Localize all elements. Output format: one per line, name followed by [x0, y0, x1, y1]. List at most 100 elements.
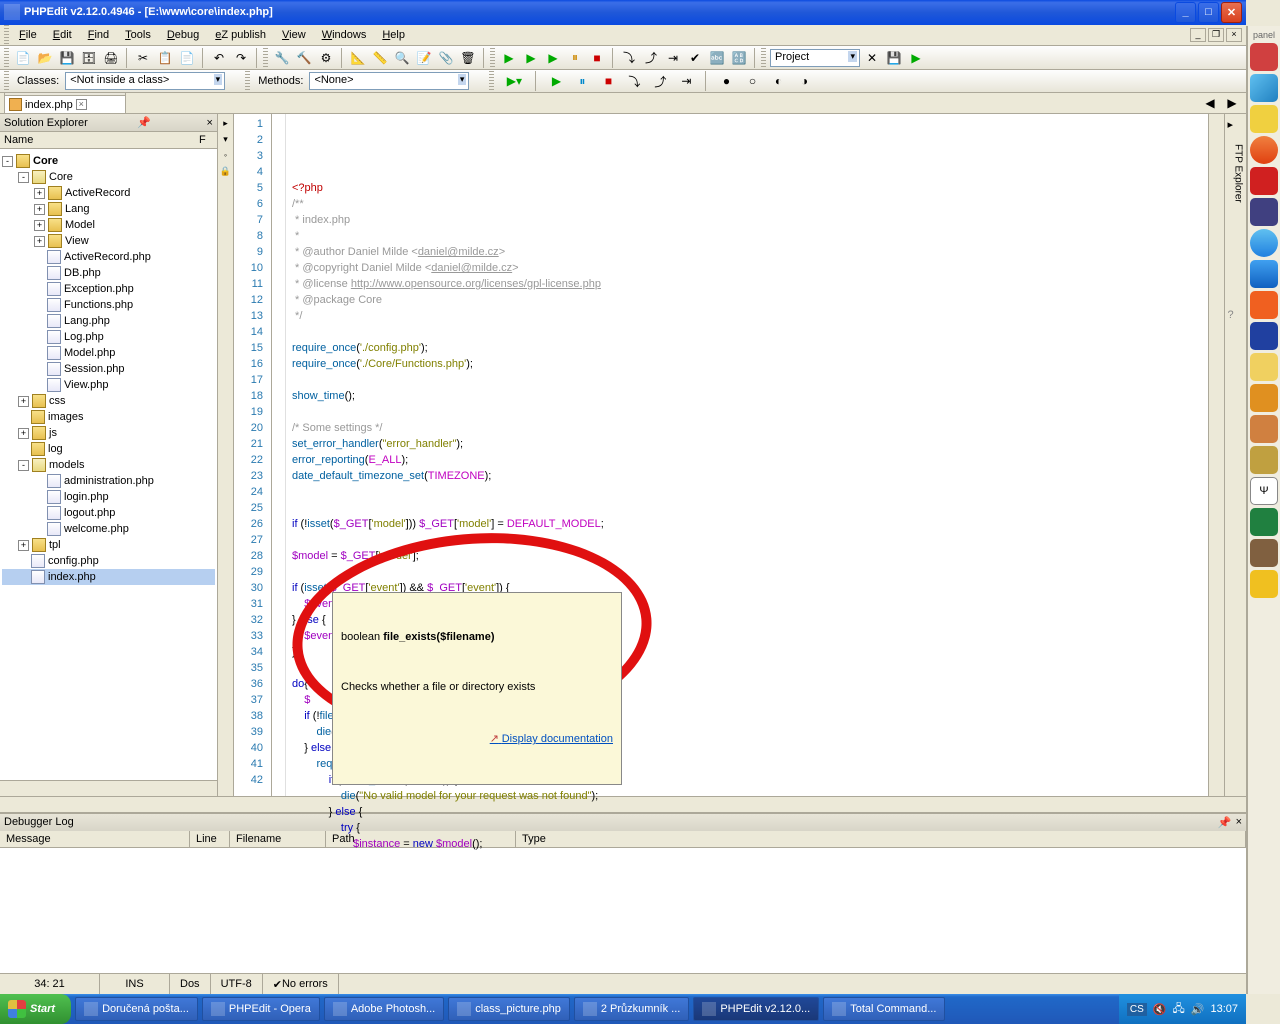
tool-icon[interactable]: 🔍	[392, 48, 412, 68]
tool-icon[interactable]: ▾	[220, 134, 232, 146]
menu-windows[interactable]: Windows	[314, 27, 375, 43]
tree-file[interactable]: welcome.php	[2, 521, 215, 537]
close-button[interactable]: ✕	[1221, 2, 1242, 23]
col-name[interactable]: Name	[4, 134, 199, 146]
tree-file[interactable]: Log.php	[2, 329, 215, 345]
taskbar-app[interactable]: PHPEdit v2.12.0...	[693, 997, 819, 1021]
firefox-icon[interactable]	[1250, 136, 1278, 164]
debug-stop-icon[interactable]: ■	[587, 48, 607, 68]
tree-folder[interactable]: +css	[2, 393, 215, 409]
debug-step-icon[interactable]: ▶	[521, 48, 541, 68]
project-combo[interactable]: Project	[770, 49, 860, 67]
doc-link[interactable]: ↗ Display documentation	[341, 731, 613, 748]
menu-ez-publish[interactable]: eZ publish	[207, 27, 274, 43]
debug-icon[interactable]: ⤴	[641, 48, 661, 68]
project-run-icon[interactable]: ▶	[906, 48, 926, 68]
debug-step-icon[interactable]: ▶	[543, 48, 563, 68]
app-icon[interactable]	[1250, 384, 1278, 412]
tool-icon[interactable]: 🔤	[707, 48, 727, 68]
ftp-explorer-tab[interactable]: FTP Explorer	[1228, 138, 1244, 209]
tab-close-icon[interactable]: ×	[76, 99, 87, 110]
code-area[interactable]: boolean file_exists($filename) Checks wh…	[286, 114, 1208, 796]
menu-edit[interactable]: Edit	[45, 27, 80, 43]
tray-icon[interactable]: 🔊	[1191, 1003, 1205, 1016]
tree-folder[interactable]: +Lang	[2, 201, 215, 217]
taskbar-app[interactable]: PHPEdit - Opera	[202, 997, 320, 1021]
print-icon[interactable]: 🖨	[101, 48, 121, 68]
breakpoint-icon[interactable]: ◑	[794, 71, 814, 91]
tree-file[interactable]: administration.php	[2, 473, 215, 489]
tree-file[interactable]: Session.php	[2, 361, 215, 377]
mdi-minimize[interactable]: _	[1190, 28, 1206, 42]
breakpoint-icon[interactable]: ◐	[768, 71, 788, 91]
breakpoint-icon[interactable]: ●	[716, 71, 736, 91]
tree-file[interactable]: DB.php	[2, 265, 215, 281]
language-indicator[interactable]: CS	[1127, 1003, 1147, 1016]
tray-icon[interactable]: 🖧	[1173, 1000, 1185, 1019]
tree-folder[interactable]: -Core	[2, 169, 215, 185]
tree-file[interactable]: logout.php	[2, 505, 215, 521]
tool-icon[interactable]: ⚙	[316, 48, 336, 68]
col-message[interactable]: Message	[0, 831, 190, 847]
tool-icon[interactable]: 🔠	[729, 48, 749, 68]
tool-icon[interactable]: 🔨	[294, 48, 314, 68]
tree-folder[interactable]: images	[2, 409, 215, 425]
run-icon[interactable]: ▶▾	[502, 71, 526, 91]
tool-icon[interactable]: 📏	[370, 48, 390, 68]
save-icon[interactable]	[1250, 322, 1278, 350]
taskbar-app[interactable]: Adobe Photosh...	[324, 997, 444, 1021]
tree-folder[interactable]: +js	[2, 425, 215, 441]
tool-icon[interactable]: 📎	[436, 48, 456, 68]
vscroll[interactable]	[1208, 114, 1224, 796]
tool-icon[interactable]: ▸	[1228, 118, 1244, 134]
menu-debug[interactable]: Debug	[159, 27, 207, 43]
app-icon[interactable]	[1250, 43, 1278, 71]
tree-folder[interactable]: log	[2, 441, 215, 457]
help-icon[interactable]: ?	[1228, 309, 1244, 325]
save-all-icon[interactable]: 🗄	[79, 48, 99, 68]
step-over-icon[interactable]: ⤴	[650, 71, 670, 91]
save-icon[interactable]: 💾	[57, 48, 77, 68]
new-icon[interactable]: 📄	[13, 48, 33, 68]
app-icon[interactable]	[1250, 539, 1278, 567]
menu-view[interactable]: View	[274, 27, 314, 43]
taskbar-app[interactable]: 2 Průzkumník ...	[574, 997, 689, 1021]
tree-file[interactable]: config.php	[2, 553, 215, 569]
tool-icon[interactable]: ◦	[220, 150, 232, 162]
pause-icon[interactable]: ⏸	[572, 71, 592, 91]
tool-icon[interactable]: ▸	[220, 118, 232, 130]
project-save-icon[interactable]: 💾	[884, 48, 904, 68]
app-icon[interactable]	[1250, 508, 1278, 536]
system-tray[interactable]: CS 🔇 🖧 🔊 13:07	[1119, 994, 1246, 1024]
col-line[interactable]: Line	[190, 831, 230, 847]
tool-icon[interactable]: 📝	[414, 48, 434, 68]
debug-run-icon[interactable]: ▶	[499, 48, 519, 68]
tree-folder[interactable]: +tpl	[2, 537, 215, 553]
grip[interactable]	[4, 25, 9, 45]
tree-folder[interactable]: +View	[2, 233, 215, 249]
tab-prev-icon[interactable]: ◀	[1200, 93, 1220, 113]
tree-file[interactable]: login.php	[2, 489, 215, 505]
minimize-button[interactable]: _	[1175, 2, 1196, 23]
tree-file[interactable]: Lang.php	[2, 313, 215, 329]
app-icon[interactable]	[1250, 74, 1278, 102]
taskbar-app[interactable]: class_picture.php	[448, 997, 570, 1021]
copy-icon[interactable]: 📋	[155, 48, 175, 68]
menu-find[interactable]: Find	[80, 27, 117, 43]
mdi-close[interactable]: ×	[1226, 28, 1242, 42]
menu-help[interactable]: Help	[374, 27, 413, 43]
app-icon[interactable]	[1250, 198, 1278, 226]
redo-icon[interactable]: ↷	[231, 48, 251, 68]
open-icon[interactable]: 📂	[35, 48, 55, 68]
app-icon[interactable]	[1250, 105, 1278, 133]
breakpoint-icon[interactable]: ○	[742, 71, 762, 91]
pin-icon[interactable]: 📌	[137, 116, 151, 129]
tree-file[interactable]: index.php	[2, 569, 215, 585]
tree-file[interactable]: Model.php	[2, 345, 215, 361]
taskbar-app[interactable]: Total Command...	[823, 997, 945, 1021]
col-f[interactable]: F	[199, 134, 213, 146]
file-tree[interactable]: -Core -Core+ActiveRecord+Lang+Model+View…	[0, 149, 217, 780]
spellcheck-icon[interactable]: ✔	[685, 48, 705, 68]
editor-tab[interactable]: index.php×	[4, 95, 126, 113]
tree-folder[interactable]: +Model	[2, 217, 215, 233]
